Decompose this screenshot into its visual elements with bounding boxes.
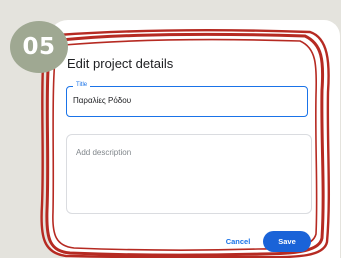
save-button[interactable]: Save bbox=[263, 231, 311, 252]
dialog-title: Edit project details bbox=[67, 56, 174, 71]
title-field-value: Παραλίες Ρόδου bbox=[73, 96, 132, 105]
title-field[interactable]: Title Παραλίες Ρόδου bbox=[66, 81, 308, 117]
step-number-badge: 05 bbox=[10, 21, 68, 73]
title-field-label: Title bbox=[73, 81, 91, 90]
cancel-button[interactable]: Cancel bbox=[218, 233, 258, 251]
description-field-placeholder: Add description bbox=[76, 148, 132, 157]
description-field[interactable]: Add description bbox=[66, 134, 312, 214]
